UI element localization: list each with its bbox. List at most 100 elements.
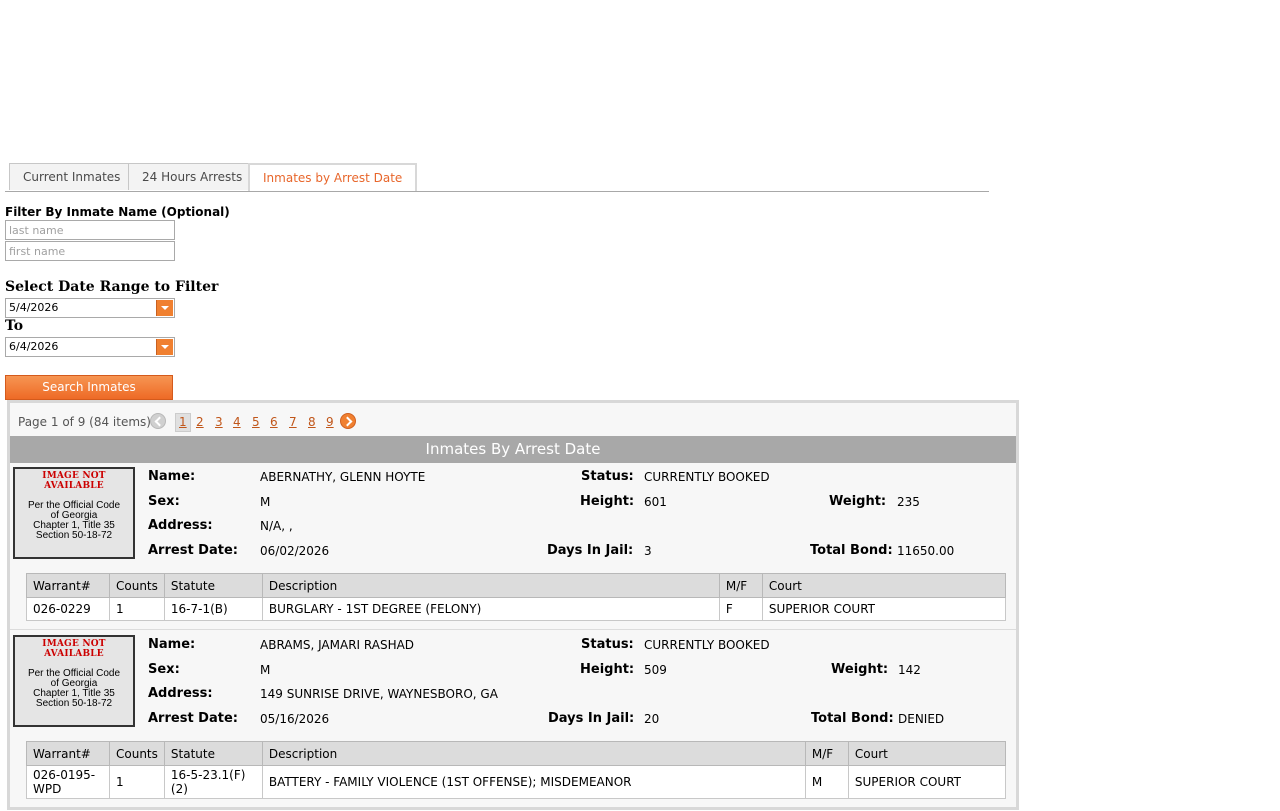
col-description: Description (261, 741, 806, 766)
arrest-date-label: Arrest Date: (148, 711, 238, 726)
warrant-mf: F (718, 597, 763, 621)
page-5-link[interactable]: 5 (252, 415, 260, 429)
warrant-court: SUPERIOR COURT (847, 765, 1007, 799)
warrant-description: BATTERY - FAMILY VIOLENCE (1ST OFFENSE);… (261, 765, 806, 799)
inmate-name: ABRAMS, JAMARI RASHAD (260, 638, 415, 652)
inmate-record: IMAGE NOT AVAILABLE Per the Official Cod… (10, 631, 1016, 811)
col-statute: Statute (163, 573, 263, 598)
inmate-photo-placeholder: IMAGE NOT AVAILABLE Per the Official Cod… (13, 467, 135, 559)
tab-current-inmates[interactable]: Current Inmates (9, 163, 135, 190)
inmate-weight: 235 (897, 495, 920, 509)
inmate-status: CURRENTLY BOOKED (644, 470, 770, 484)
tab-24-hours-arrests[interactable]: 24 Hours Arrests (128, 163, 257, 190)
to-label: To (5, 318, 24, 334)
col-warrant: Warrant# (26, 741, 110, 766)
inmate-days-in-jail: 3 (644, 544, 652, 558)
page-1-link[interactable]: 1 (175, 413, 191, 432)
grid-title: Inmates By Arrest Date (10, 436, 1016, 463)
page-2-link[interactable]: 2 (196, 415, 204, 429)
address-label: Address: (148, 518, 213, 533)
date-range-label: Select Date Range to Filter (5, 279, 219, 295)
inmate-total-bond: DENIED (898, 712, 945, 726)
record-divider (10, 629, 1016, 630)
warrants-table: Warrant# Counts Statute Description M/F … (26, 573, 1007, 621)
inmate-arrest-date: 05/16/2026 (260, 712, 330, 726)
address-label: Address: (148, 686, 213, 701)
col-court: Court (761, 573, 1007, 598)
days-in-jail-label: Days In Jail: (547, 543, 634, 558)
days-in-jail-label: Days In Jail: (548, 711, 635, 726)
weight-label: Weight: (829, 494, 887, 509)
page-7-link[interactable]: 7 (289, 415, 297, 429)
col-mf: M/F (804, 741, 849, 766)
from-date-picker[interactable]: 5/4/2026 (5, 298, 175, 318)
to-date-value: 6/4/2026 (9, 340, 59, 353)
inmate-status: CURRENTLY BOOKED (644, 638, 770, 652)
table-row: 026-0195- WPD 1 16-5-23.1(F)(2) BATTERY -… (26, 765, 1007, 799)
inmate-height: 601 (644, 495, 667, 509)
warrant-counts: 1 (109, 597, 165, 621)
col-mf: M/F (718, 573, 763, 598)
from-date-dropdown-icon[interactable] (156, 300, 173, 316)
inmate-height: 509 (644, 663, 667, 677)
warrant-description: BURGLARY - 1ST DEGREE (FELONY) (261, 597, 720, 621)
warrants-header-row: Warrant# Counts Statute Description M/F … (26, 741, 1007, 766)
inmate-arrest-date: 06/02/2026 (260, 544, 330, 558)
inmate-sex: M (260, 663, 271, 677)
image-not-available-text: IMAGE NOT AVAILABLE (42, 471, 106, 491)
tab-inmates-by-arrest-date[interactable]: Inmates by Arrest Date (248, 163, 418, 191)
col-statute: Statute (163, 741, 263, 766)
total-bond-label: Total Bond: (810, 543, 893, 558)
name-label: Name: (148, 637, 196, 652)
to-date-dropdown-icon[interactable] (156, 339, 173, 355)
sex-label: Sex: (148, 494, 180, 509)
to-date-picker[interactable]: 6/4/2026 (5, 337, 175, 357)
inmate-sex: M (260, 495, 271, 509)
page-3-link[interactable]: 3 (215, 415, 223, 429)
col-counts: Counts (109, 741, 165, 766)
pager-info: Page 1 of 9 (84 items) (18, 415, 151, 429)
warrant-number: 026-0229 (26, 597, 110, 621)
inmate-weight: 142 (898, 663, 921, 677)
image-not-available-text: IMAGE NOT AVAILABLE (42, 639, 106, 659)
warrant-number: 026-0195- WPD (26, 765, 110, 799)
inmate-days-in-jail: 20 (644, 712, 660, 726)
from-date-value: 5/4/2026 (9, 301, 59, 314)
status-label: Status: (581, 469, 634, 484)
sex-label: Sex: (148, 662, 180, 677)
page-9-link[interactable]: 9 (326, 415, 334, 429)
inmate-record: IMAGE NOT AVAILABLE Per the Official Cod… (10, 463, 1016, 631)
warrant-court: SUPERIOR COURT (761, 597, 1007, 621)
table-row: 026-0229 1 16-7-1(B) BURGLARY - 1ST DEGR… (26, 597, 1007, 621)
name-label: Name: (148, 469, 196, 484)
warrant-statute: 16-5-23.1(F)(2) (163, 765, 263, 799)
weight-label: Weight: (831, 662, 889, 677)
warrants-header-row: Warrant# Counts Statute Description M/F … (26, 573, 1007, 598)
arrest-date-label: Arrest Date: (148, 543, 238, 558)
col-counts: Counts (109, 573, 165, 598)
search-inmates-button[interactable]: Search Inmates (5, 375, 173, 400)
col-warrant: Warrant# (26, 573, 110, 598)
col-court: Court (847, 741, 1007, 766)
prev-page-icon[interactable] (150, 413, 166, 429)
inmate-address: 149 SUNRISE DRIVE, WAYNESBORO, GA (260, 687, 498, 701)
tab-strip: Current Inmates 24 Hours Arrests Inmates… (5, 163, 989, 192)
inmate-photo-placeholder: IMAGE NOT AVAILABLE Per the Official Cod… (13, 635, 135, 727)
warrant-statute: 16-7-1(B) (163, 597, 263, 621)
warrants-table: Warrant# Counts Statute Description M/F … (26, 741, 1007, 799)
page-8-link[interactable]: 8 (308, 415, 316, 429)
inmate-address: N/A, , (260, 519, 293, 533)
inmate-total-bond: 11650.00 (897, 544, 955, 558)
page-6-link[interactable]: 6 (270, 415, 278, 429)
warrant-mf: M (804, 765, 849, 799)
total-bond-label: Total Bond: (811, 711, 894, 726)
last-name-input[interactable] (5, 220, 175, 240)
first-name-input[interactable] (5, 241, 175, 261)
next-page-icon[interactable] (340, 413, 356, 429)
status-label: Status: (581, 637, 634, 652)
warrant-counts: 1 (109, 765, 165, 799)
georgia-code-text: Per the Official Code of Georgia Chapter… (27, 500, 121, 541)
inmate-name: ABERNATHY, GLENN HOYTE (260, 470, 426, 484)
col-description: Description (261, 573, 720, 598)
page-4-link[interactable]: 4 (233, 415, 241, 429)
